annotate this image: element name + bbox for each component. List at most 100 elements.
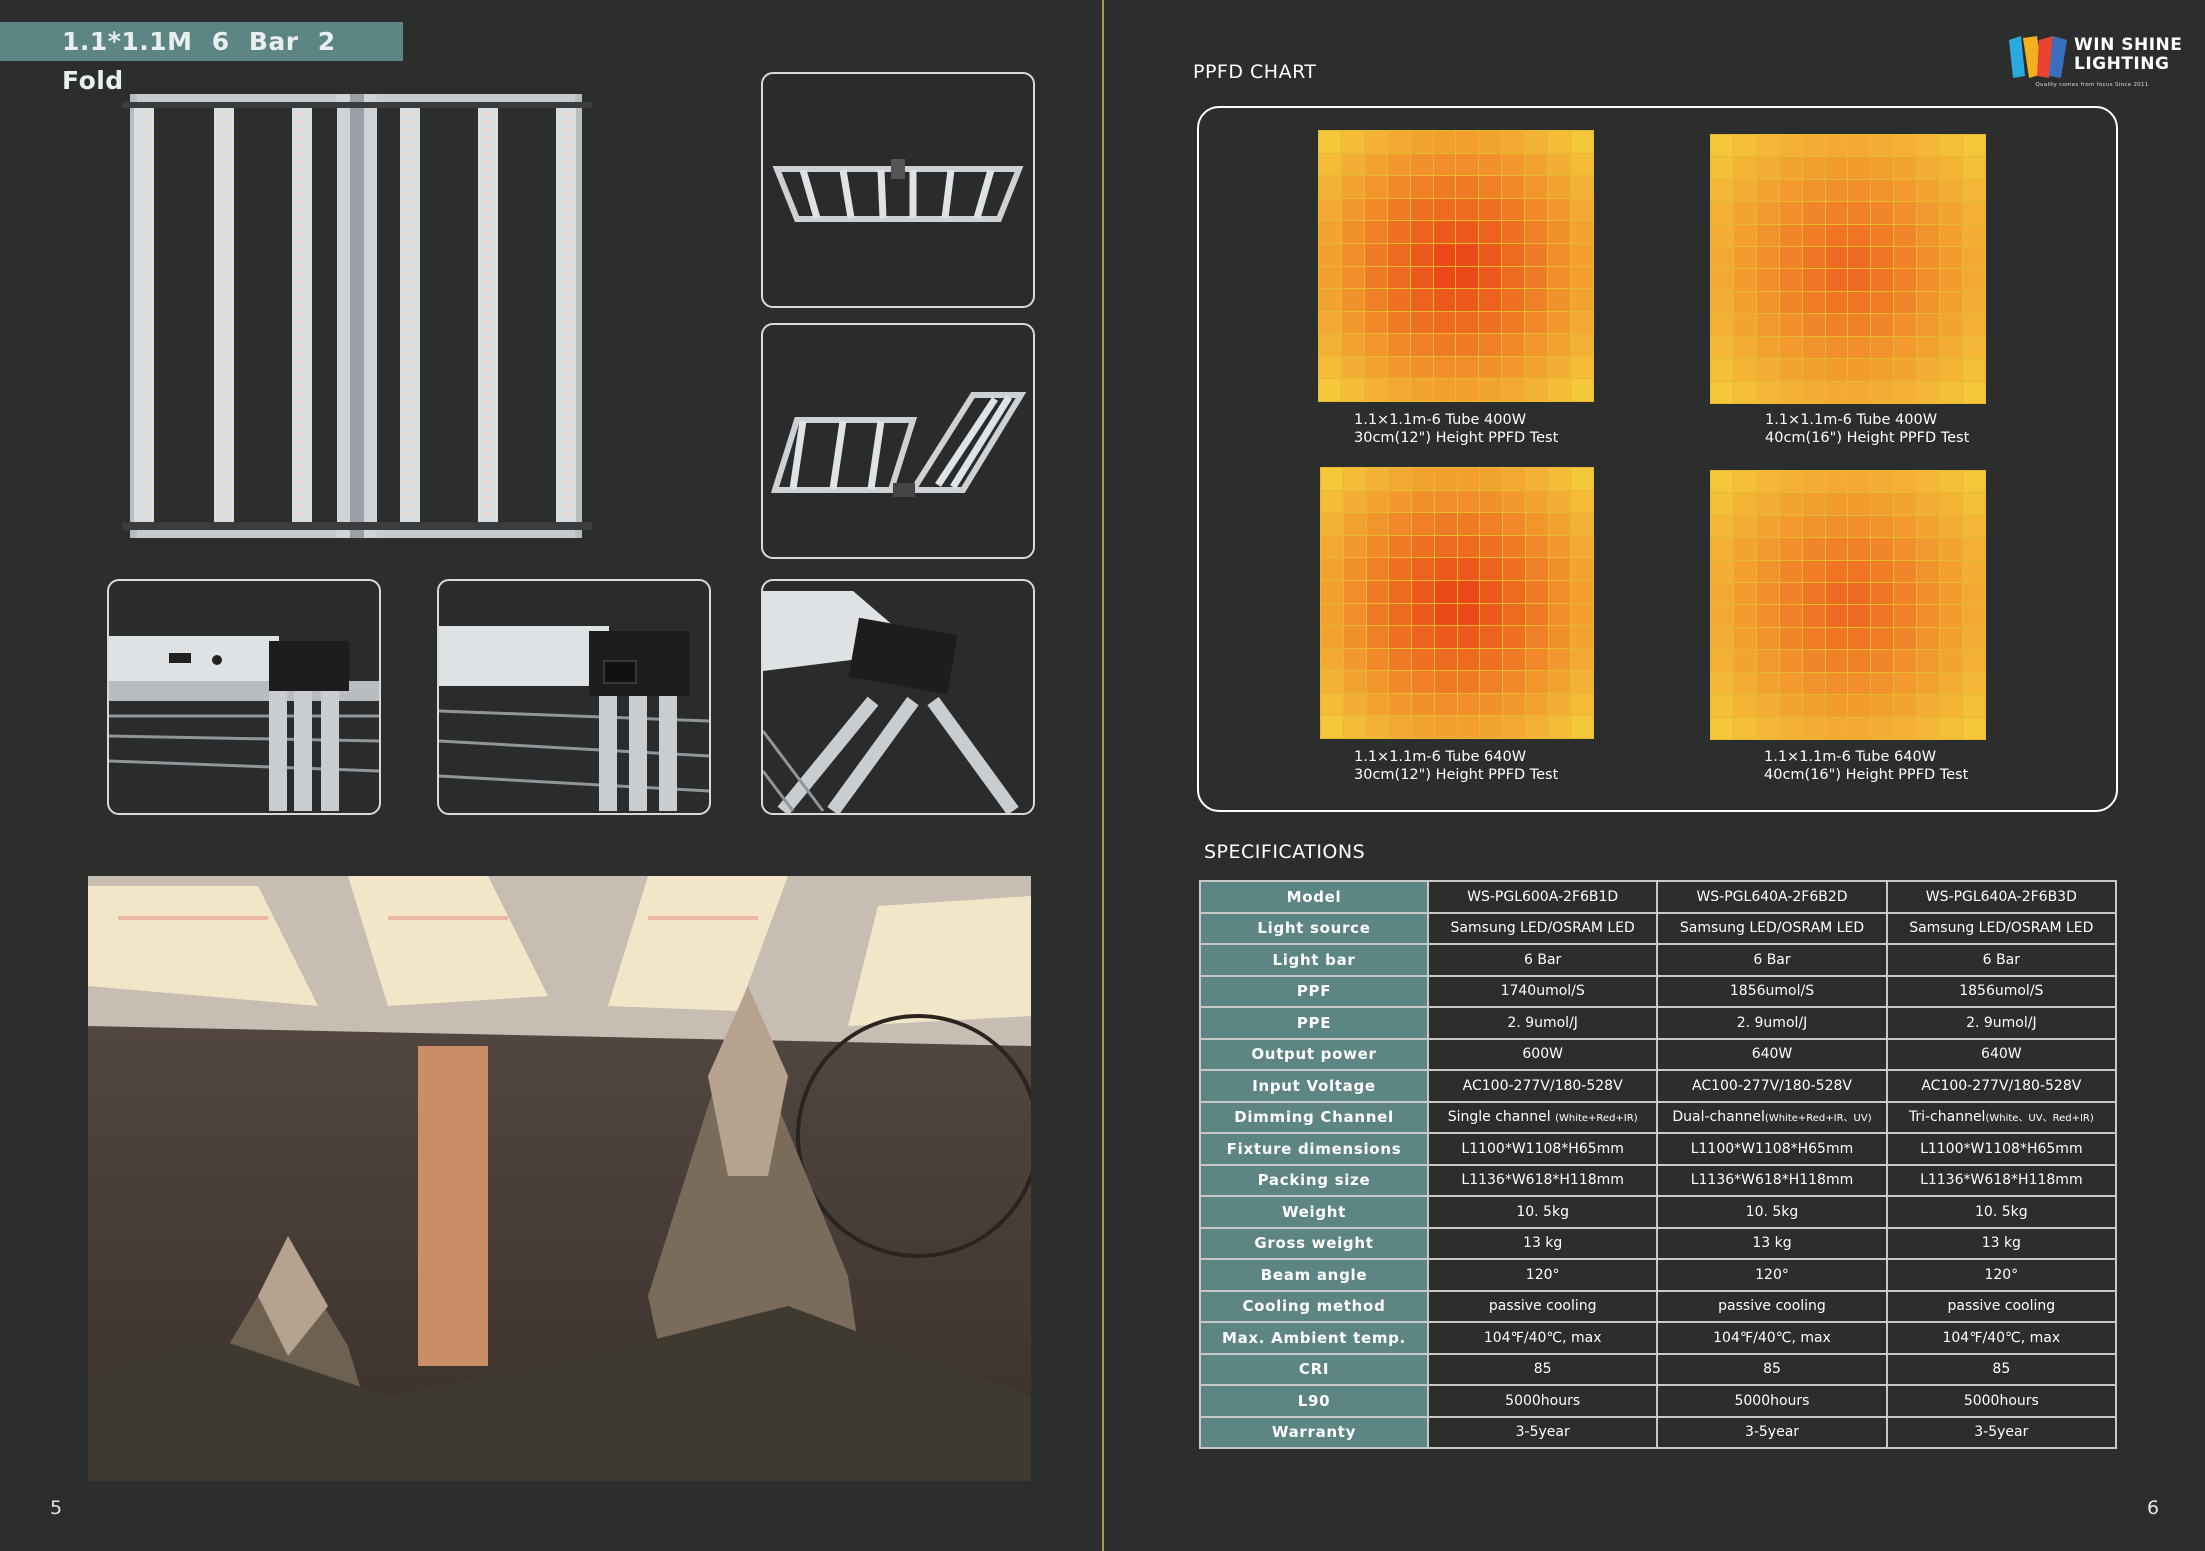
heatmap-cell <box>1871 650 1894 672</box>
spec-row: Max. Ambient temp. 104℉/40℃, max 104℉/40℃,… <box>1199 1321 2118 1355</box>
heatmap-cell <box>1571 671 1593 693</box>
heatmap-cell <box>1756 583 1779 605</box>
heatmap-cell <box>1366 468 1389 490</box>
heatmap-cell <box>1457 716 1480 738</box>
heatmap-cell <box>1802 336 1825 359</box>
heatmap-cell <box>1571 198 1593 221</box>
heatmap-cell <box>1433 221 1456 243</box>
heatmap-cell <box>1779 515 1802 538</box>
heatmap-cell <box>1711 695 1733 717</box>
heatmap-cell <box>1871 717 1894 739</box>
heatmap-cell <box>1779 157 1802 179</box>
heatmap-cell <box>1756 717 1779 739</box>
heatmap-cell <box>1711 717 1733 739</box>
heatmap-cell <box>1456 243 1479 266</box>
heatmap-cell <box>1341 379 1364 401</box>
heatmap-cell <box>1364 356 1387 379</box>
heatmap-cell <box>1733 493 1756 515</box>
heatmap-cell <box>1802 515 1825 538</box>
heatmap-cell <box>1410 221 1433 243</box>
heatmap-cell <box>1756 202 1779 224</box>
spec-label: Beam angle <box>1199 1258 1429 1292</box>
heatmap-cell <box>1756 179 1779 202</box>
heatmap-cell <box>1412 513 1434 535</box>
heatmap-cell <box>1894 627 1917 650</box>
heatmap-cell <box>1548 131 1571 153</box>
spec-value: 6 Bar <box>1656 943 1888 977</box>
heatmap-cell <box>1963 336 1985 359</box>
heatmap-cell <box>1364 221 1387 243</box>
heatmap-cell <box>1503 626 1525 648</box>
heatmap-cell <box>1940 471 1963 493</box>
spec-value: AC100-277V/180-528V <box>1885 1069 2118 1103</box>
heatmap-cell <box>1825 157 1848 179</box>
heatmap-cell <box>1733 135 1756 157</box>
spec-row: Output power 600W 640W 640W <box>1199 1037 2118 1071</box>
heatmap-cell <box>1548 648 1571 671</box>
heatmap-cell <box>1480 626 1502 648</box>
heatmap-cell <box>1940 135 1963 157</box>
spec-label: Light bar <box>1199 943 1429 977</box>
spec-row: Beam angle 120° 120° 120° <box>1199 1258 2118 1292</box>
heatmap-cell <box>1548 311 1571 334</box>
heatmap-cell <box>1571 289 1593 311</box>
spec-label: CRI <box>1199 1352 1429 1386</box>
win-shine-logo-icon <box>2009 36 2067 78</box>
heatmap-cell <box>1848 157 1871 179</box>
heatmap-cell <box>1917 493 1940 515</box>
heatmap-cell <box>1848 247 1871 269</box>
spec-label: Weight <box>1199 1195 1429 1229</box>
heatmap-cell <box>1571 603 1593 626</box>
spec-value: L1136*W618*H118mm <box>1426 1163 1659 1197</box>
heatmap-cell <box>1917 695 1940 717</box>
heatmap-cell <box>1433 243 1456 266</box>
heatmap-cell <box>1711 179 1733 202</box>
heatmap-cell <box>1756 515 1779 538</box>
heatmap-cell <box>1412 535 1434 558</box>
heatmap-cell <box>1548 468 1571 490</box>
heatmap-cell <box>1940 247 1963 269</box>
heatmap-cell <box>1525 580 1548 603</box>
spec-value: 85 <box>1885 1352 2118 1386</box>
heatmap-cell <box>1871 269 1894 291</box>
spec-label: Model <box>1199 880 1429 914</box>
heatmap-cell <box>1319 153 1341 176</box>
heatmap-cell <box>1894 359 1917 381</box>
heatmap-cell <box>1733 314 1756 336</box>
heatmap-cell <box>1917 269 1940 291</box>
page-number-right: 6 <box>2147 1497 2160 1519</box>
heatmap-cell <box>1733 627 1756 650</box>
heatmap-cell <box>1825 359 1848 381</box>
heatmap-cell <box>1525 716 1548 738</box>
heatmap-cell <box>1779 381 1802 403</box>
spec-value: 120° <box>1885 1258 2118 1292</box>
heatmap-cell <box>1341 198 1364 221</box>
ppfd-heatmap-3 <box>1320 467 1594 739</box>
ppfd-caption-2: 1.1×1.1m-6 Tube 400W 40cm(16") Height PP… <box>1765 411 1969 447</box>
spec-value: WS-PGL640A-2F6B3D <box>1885 880 2118 914</box>
spec-label: Cooling method <box>1199 1289 1429 1323</box>
spec-value: 120° <box>1426 1258 1659 1292</box>
heatmap-cell <box>1364 379 1387 401</box>
heatmap-cell <box>1917 224 1940 247</box>
logo-line-2: LIGHTING <box>2074 54 2170 74</box>
heatmap-cell <box>1779 560 1802 583</box>
heatmap-cell <box>1433 311 1456 334</box>
heatmap-cell <box>1963 560 1985 583</box>
heatmap-cell <box>1410 198 1433 221</box>
heatmap-cell <box>1502 289 1525 311</box>
heatmap-cell <box>1756 381 1779 403</box>
heatmap-cell <box>1456 311 1479 334</box>
heatmap-cell <box>1341 311 1364 334</box>
heatmap-cell <box>1825 672 1848 695</box>
heatmap-cell <box>1571 311 1593 334</box>
heatmap-cell <box>1434 580 1457 603</box>
heatmap-cell <box>1963 314 1985 336</box>
spec-value: Samsung LED/OSRAM LED <box>1426 911 1659 945</box>
heatmap-cell <box>1548 626 1571 648</box>
heatmap-cell <box>1894 157 1917 179</box>
heatmap-cell <box>1571 626 1593 648</box>
spec-value: 13 kg <box>1656 1226 1888 1260</box>
heatmap-cell <box>1366 716 1389 738</box>
heatmap-cell <box>1341 243 1364 266</box>
